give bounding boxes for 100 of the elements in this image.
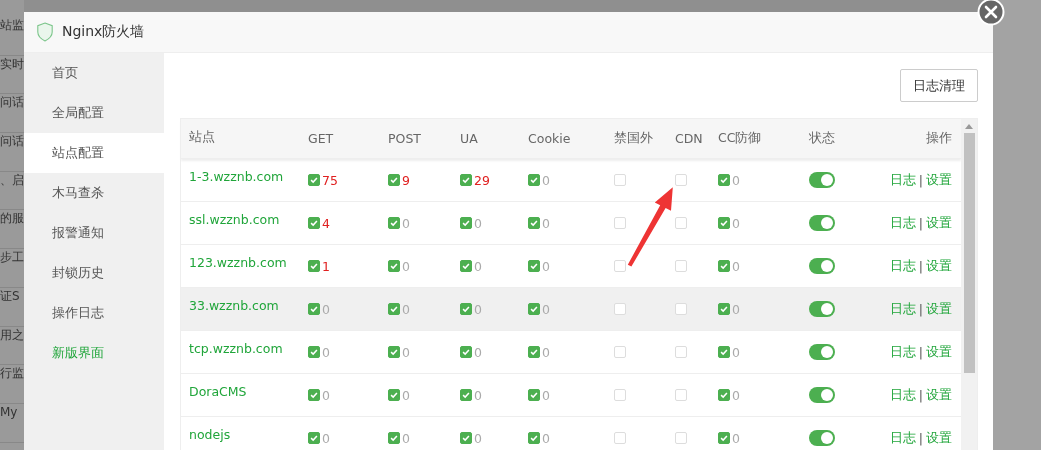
table-row[interactable]: DoraCMS 0 0 0 0 0 日志 | 设置 [181,374,961,417]
log-link[interactable]: 日志 [889,429,916,447]
settings-link[interactable]: 设置 [926,300,952,318]
scrollbar[interactable] [961,119,977,450]
checkbox[interactable] [460,303,472,315]
checkbox[interactable] [460,389,472,401]
settings-link[interactable]: 设置 [926,214,952,232]
sidebar-item[interactable]: 首页 [24,53,164,93]
settings-link[interactable]: 设置 [926,343,952,361]
column-header: 禁国外 [614,130,654,147]
checkbox[interactable] [718,303,730,315]
hit-count: 0 [322,301,330,317]
table-row[interactable]: 33.wzznb.com 0 0 0 0 0 日志 | 设置 [181,288,961,331]
table-row[interactable]: tcp.wzznb.com 0 0 0 0 0 日志 | 设置 [181,331,961,374]
hit-count: 0 [474,301,482,317]
hit-count: 4 [322,215,330,231]
checkbox[interactable] [718,174,730,186]
checkbox[interactable] [718,217,730,229]
checkbox[interactable] [308,303,320,315]
hit-count: 0 [474,430,482,446]
column-header: POST [388,131,422,146]
hit-count: 0 [542,301,550,317]
hit-count: 0 [732,258,740,274]
checkbox[interactable] [308,389,320,401]
checkbox[interactable] [528,260,540,272]
sidebar-item[interactable]: 全局配置 [24,93,164,133]
status-toggle[interactable] [809,172,835,188]
checkbox[interactable] [528,174,540,186]
checkbox[interactable] [460,346,472,358]
hit-count: 0 [402,215,410,231]
sidebar-item[interactable]: 报警通知 [24,213,164,253]
checkbox[interactable] [388,217,400,229]
hit-count: 0 [322,430,330,446]
hit-count: 0 [542,430,550,446]
status-toggle[interactable] [809,301,835,317]
status-toggle[interactable] [809,430,835,446]
close-button[interactable] [977,0,1005,26]
hit-count: 0 [474,215,482,231]
checkbox[interactable] [308,260,320,272]
hit-count: 0 [542,258,550,274]
column-header: 状态 [809,130,836,147]
site-link[interactable]: nodejs [189,427,231,442]
site-link[interactable]: 33.wzznb.com [189,298,279,313]
log-link[interactable]: 日志 [889,343,916,361]
log-link[interactable]: 日志 [889,214,916,232]
site-link[interactable]: tcp.wzznb.com [189,341,283,356]
site-link[interactable]: ssl.wzznb.com [189,212,280,227]
table-row[interactable]: nodejs 0 0 0 0 0 日志 | 设置 [181,417,961,450]
up-arrow-icon[interactable] [965,123,973,129]
settings-link[interactable]: 设置 [926,386,952,404]
sidebar-item[interactable]: 新版界面 [24,333,164,373]
status-toggle[interactable] [809,258,835,274]
checkbox[interactable] [388,303,400,315]
sidebar-item[interactable]: 木马查杀 [24,173,164,213]
checkbox[interactable] [528,217,540,229]
log-link[interactable]: 日志 [889,386,916,404]
settings-link[interactable]: 设置 [926,429,952,447]
checkbox[interactable] [460,217,472,229]
checkbox[interactable] [528,432,540,444]
checkbox[interactable] [460,174,472,186]
separator: | [918,344,923,360]
checkbox[interactable] [388,174,400,186]
status-toggle[interactable] [809,344,835,360]
checkbox[interactable] [388,346,400,358]
site-link[interactable]: 1-3.wzznb.com [189,169,284,184]
checkbox[interactable] [308,174,320,186]
checkbox[interactable] [388,389,400,401]
log-link[interactable]: 日志 [889,171,916,189]
hit-count: 0 [732,387,740,403]
checkbox[interactable] [718,389,730,401]
site-link[interactable]: 123.wzznb.com [189,255,287,270]
settings-link[interactable]: 设置 [926,171,952,189]
site-link[interactable]: DoraCMS [189,384,247,399]
checkbox[interactable] [308,346,320,358]
sidebar-item[interactable]: 封锁历史 [24,253,164,293]
checkbox[interactable] [460,260,472,272]
checkbox[interactable] [308,217,320,229]
checkbox[interactable] [388,432,400,444]
log-link[interactable]: 日志 [889,257,916,275]
checkbox[interactable] [528,303,540,315]
checkbox[interactable] [718,260,730,272]
checkbox[interactable] [460,432,472,444]
column-header: Cookie [528,131,572,146]
status-toggle[interactable] [809,215,835,231]
status-toggle[interactable] [809,387,835,403]
checkbox[interactable] [718,432,730,444]
table-row[interactable]: 1-3.wzznb.com 75 9 29 0 0 日志 | 设置 [181,159,961,202]
hit-count: 0 [322,387,330,403]
checkbox[interactable] [388,260,400,272]
checkbox[interactable] [528,389,540,401]
hit-count: 0 [732,430,740,446]
checkbox[interactable] [308,432,320,444]
settings-link[interactable]: 设置 [926,257,952,275]
clear-log-button[interactable]: 日志清理 [900,69,978,102]
log-link[interactable]: 日志 [889,300,916,318]
sidebar-item[interactable]: 操作日志 [24,293,164,333]
sidebar-item[interactable]: 站点配置 [24,133,164,173]
checkbox[interactable] [718,346,730,358]
checkbox[interactable] [528,346,540,358]
hit-count: 0 [322,344,330,360]
